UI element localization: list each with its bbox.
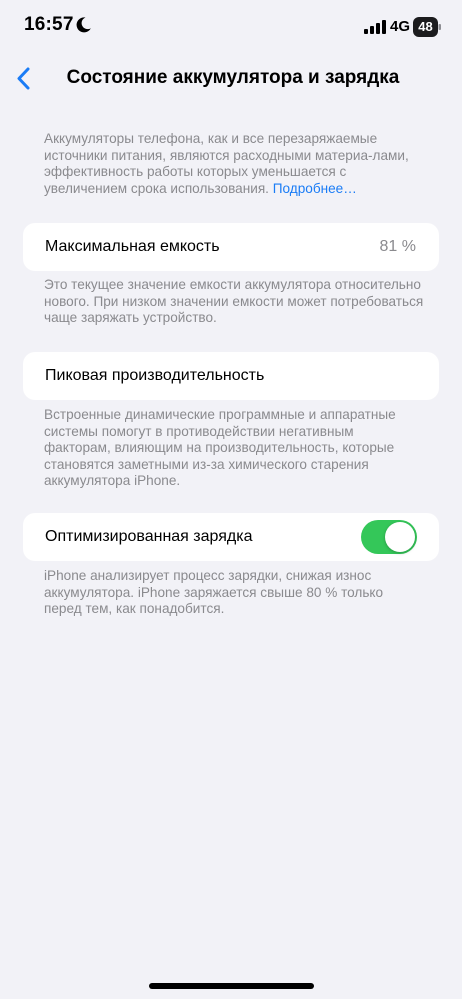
moon-icon (76, 17, 91, 33)
max-capacity-footnote: Это текущее значение емкости аккумулятор… (44, 277, 424, 325)
max-capacity-label: Максимальная емкость (45, 238, 220, 255)
battery-level: 48 (418, 19, 433, 34)
optimized-charging-label: Оптимизированная зарядка (45, 528, 253, 545)
intro-text: Аккумуляторы телефона, как и все перезар… (44, 131, 424, 197)
peak-performance-label: Пиковая производительность (45, 367, 265, 384)
optimized-charging-footnote: iPhone анализирует процесс зарядки, сниж… (44, 568, 384, 616)
page-title: Состояние аккумулятора и зарядка (66, 67, 400, 88)
network-type: 4G (390, 18, 411, 35)
status-time: 16:57 (24, 14, 74, 35)
max-capacity-row: Максимальная емкость 81 % (23, 223, 439, 271)
home-indicator[interactable] (149, 983, 314, 989)
optimized-charging-toggle[interactable] (361, 520, 417, 554)
peak-performance-row[interactable]: Пиковая производительность (23, 352, 439, 400)
peak-performance-footnote: Встроенные динамические программные и ап… (44, 407, 396, 488)
navigation-bar: Состояние аккумулятора и зарядка (0, 56, 462, 106)
learn-more-link[interactable]: Подробнее… (273, 181, 357, 196)
optimized-charging-row: Оптимизированная зарядка (23, 513, 439, 561)
signal-icon (364, 20, 386, 34)
max-capacity-value: 81 % (379, 238, 416, 255)
status-bar: 16:57 4G 48 (0, 0, 462, 56)
screen: 16:57 4G 48 Состояние аккумулятора и зар… (0, 0, 462, 999)
toggle-knob (385, 522, 415, 552)
